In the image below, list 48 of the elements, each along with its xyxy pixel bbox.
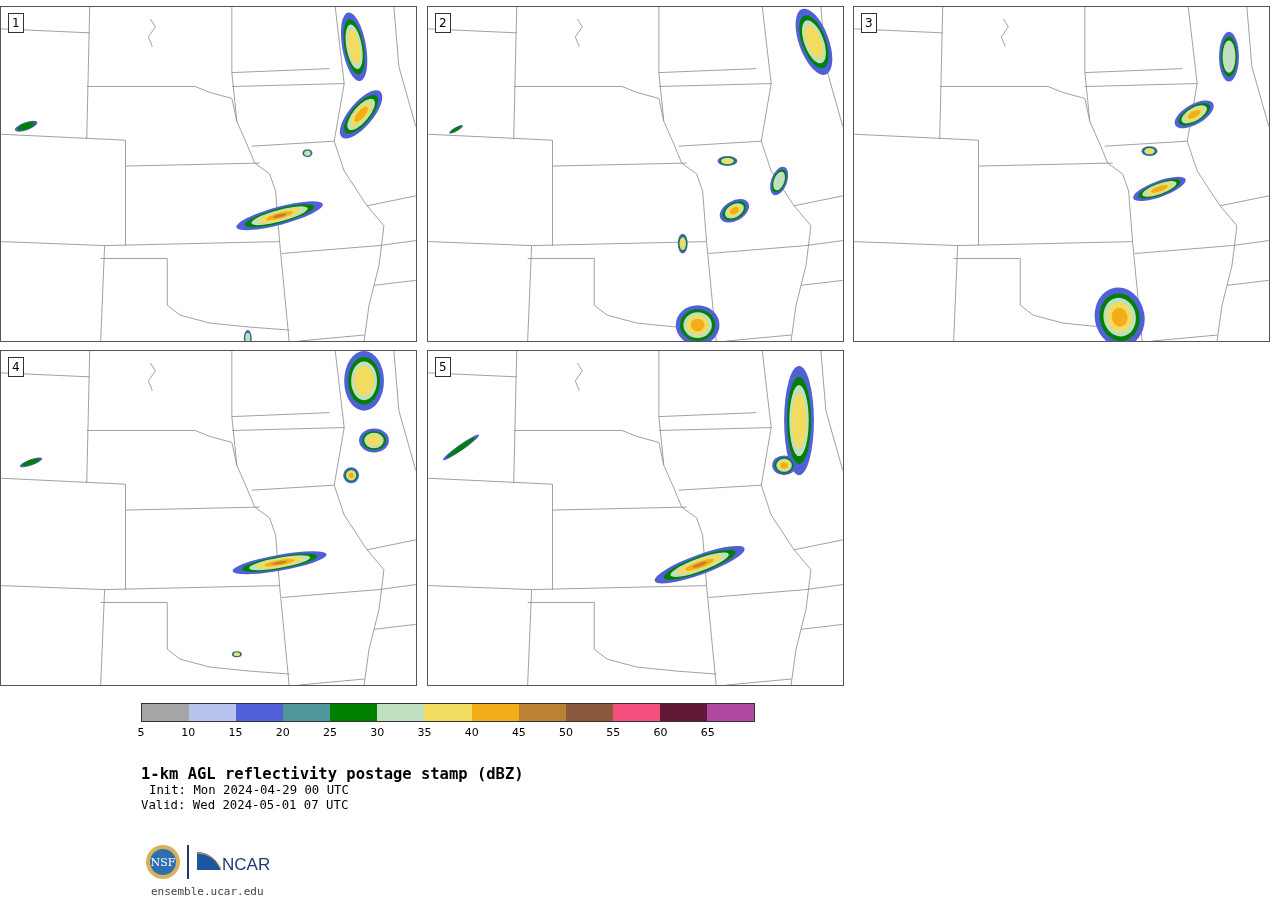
radar-echo-drawing [302,149,313,158]
radar-echo-drawing [1094,287,1145,342]
panel-number: 2 [435,13,451,33]
tick-label: 20 [275,727,290,739]
radar-echo-drawing [343,467,360,484]
radar-echo-drawing [719,199,750,223]
radar-echo-drawing [1133,176,1186,201]
site-url: ensemble.ucar.edu [150,885,264,898]
radar-echo-drawing [359,428,389,453]
panel-number: 3 [861,13,877,33]
nsf-logo: NSF [145,844,181,880]
radar-echo-drawing [795,8,833,75]
radar-echo-drawing [677,233,688,254]
tick-label: 15 [228,727,243,739]
tick-label: 40 [464,727,479,739]
tick-label: 5 [137,727,145,739]
radar-echo-drawing [675,305,720,342]
tick-label: 65 [700,727,715,739]
radar-echo-drawing [1219,31,1239,82]
radar-echo-drawing [717,156,738,167]
radar-echo-drawing [340,12,368,82]
radar-echo-drawing [339,90,383,139]
radar-echo-drawing [231,651,242,658]
radar-echo-drawing [1174,100,1214,129]
panel-number: 4 [8,357,24,377]
tick-label: 45 [511,727,526,739]
radar-echo-drawing [443,434,480,461]
radar-echo-drawing [770,166,789,196]
radar-echo-drawing [19,457,43,468]
radar-echo-drawing [449,124,464,134]
radar-echo-drawing [344,351,384,411]
chart-title: 1-km AGL reflectivity postage stamp (dBZ) [141,765,524,783]
divider-line [187,845,189,879]
radar-echo-drawing [1141,146,1158,157]
tick-label: 50 [559,727,574,739]
init-time: Init: Mon 2024-04-29 00 UTC [148,783,349,798]
radar-echo-drawing [14,120,38,132]
tick-label: 35 [417,727,432,739]
tick-label: 25 [322,727,337,739]
panel-number: 1 [8,13,24,33]
tick-label: 10 [181,727,196,739]
tick-label: 30 [370,727,385,739]
ncar-logo: NCAR [195,850,271,874]
tick-label: 60 [653,727,668,739]
panel-number: 5 [435,357,451,377]
tick-label: 55 [606,727,621,739]
radar-echo-drawing [243,330,252,342]
valid-time: Valid: Wed 2024-05-01 07 UTC [141,797,349,812]
